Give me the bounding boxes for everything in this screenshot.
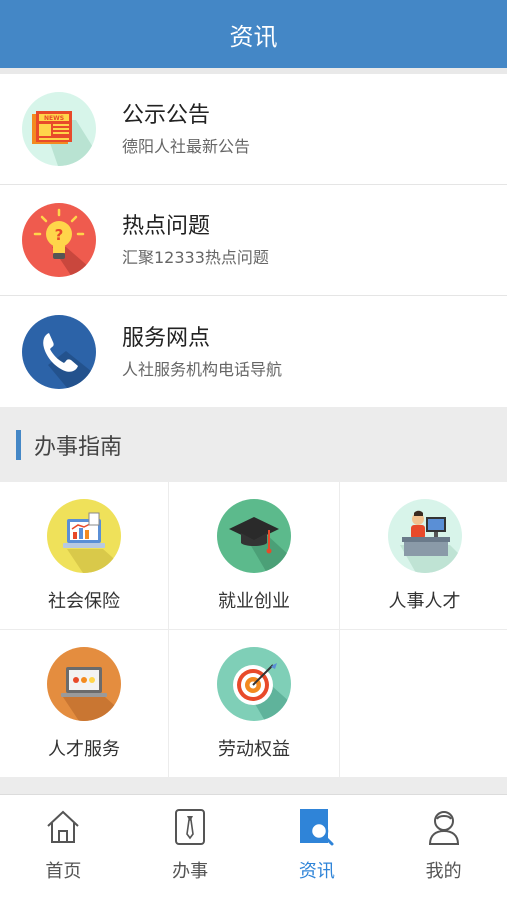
news-subtitle: 汇聚12333热点问题: [122, 248, 269, 267]
news-list: NEWS 公示公告 德阳人社最新公告 ? 热点问题 汇聚12333热点问题 服务…: [0, 74, 507, 407]
laptop-chart-icon: [47, 499, 121, 573]
guide-item-labor-rights[interactable]: 劳动权益: [169, 630, 339, 777]
news-icon: NEWS: [22, 92, 96, 166]
news-title: 服务网点: [122, 325, 211, 351]
tab-services[interactable]: 办事: [127, 795, 254, 900]
tie-icon: [172, 807, 208, 847]
tab-label: 办事: [172, 861, 209, 882]
home-icon: [45, 807, 81, 847]
section-accent-bar: [16, 430, 21, 460]
news-icon-text: NEWS: [44, 115, 64, 122]
svg-text:?: ?: [55, 226, 64, 244]
guide-label: 人事人才: [388, 591, 461, 612]
guide-section-header: 办事指南: [0, 408, 507, 482]
news-search-icon: [299, 807, 335, 847]
target-icon: [217, 647, 291, 721]
graduation-cap-icon: [217, 499, 291, 573]
news-item-service-points[interactable]: 服务网点 人社服务机构电话导航: [0, 296, 507, 407]
lightbulb-icon: ?: [22, 203, 96, 277]
user-icon: [426, 807, 462, 847]
page-title: 资讯: [229, 22, 278, 51]
tab-home[interactable]: 首页: [0, 795, 127, 900]
guide-item-talent-services[interactable]: 人才服务: [0, 630, 168, 777]
guide-label: 就业创业: [218, 591, 290, 612]
news-subtitle: 人社服务机构电话导航: [122, 359, 283, 379]
guide-label: 社会保险: [48, 591, 120, 612]
app: 资讯 NEWS 公示公告 德阳人社最新公告 ? 热点问题 汇聚12333热点问题…: [0, 0, 507, 900]
news-title: 热点问题: [122, 214, 211, 239]
news-subtitle: 德阳人社最新公告: [122, 137, 251, 156]
section-title: 办事指南: [34, 435, 123, 460]
top-bar: 资讯: [0, 0, 507, 68]
news-title: 公示公告: [122, 103, 211, 128]
guide-grid: 社会保险 就业创业 人事人才 人才服务 劳动权益: [0, 482, 507, 777]
tab-label: 我的: [425, 861, 462, 882]
bottom-tab-bar: 首页 办事 资讯 我的: [0, 794, 507, 900]
guide-item-social-insurance[interactable]: 社会保险: [0, 482, 168, 629]
news-item-announcements[interactable]: NEWS 公示公告 德阳人社最新公告: [0, 74, 507, 185]
phone-icon: [22, 314, 96, 389]
guide-item-employment[interactable]: 就业创业: [169, 482, 339, 629]
guide-label: 劳动权益: [218, 739, 290, 760]
tab-label: 首页: [45, 861, 82, 882]
laptop-icon: [47, 647, 121, 721]
guide-item-personnel[interactable]: 人事人才: [340, 482, 507, 629]
tab-profile[interactable]: 我的: [380, 795, 507, 900]
empty-cell: [340, 630, 507, 777]
tab-label: 资讯: [298, 861, 335, 882]
guide-label: 人才服务: [48, 739, 120, 760]
news-item-hot-questions[interactable]: ? 热点问题 汇聚12333热点问题: [0, 185, 507, 296]
office-worker-icon: [387, 499, 462, 573]
tab-news[interactable]: 资讯: [254, 795, 381, 900]
